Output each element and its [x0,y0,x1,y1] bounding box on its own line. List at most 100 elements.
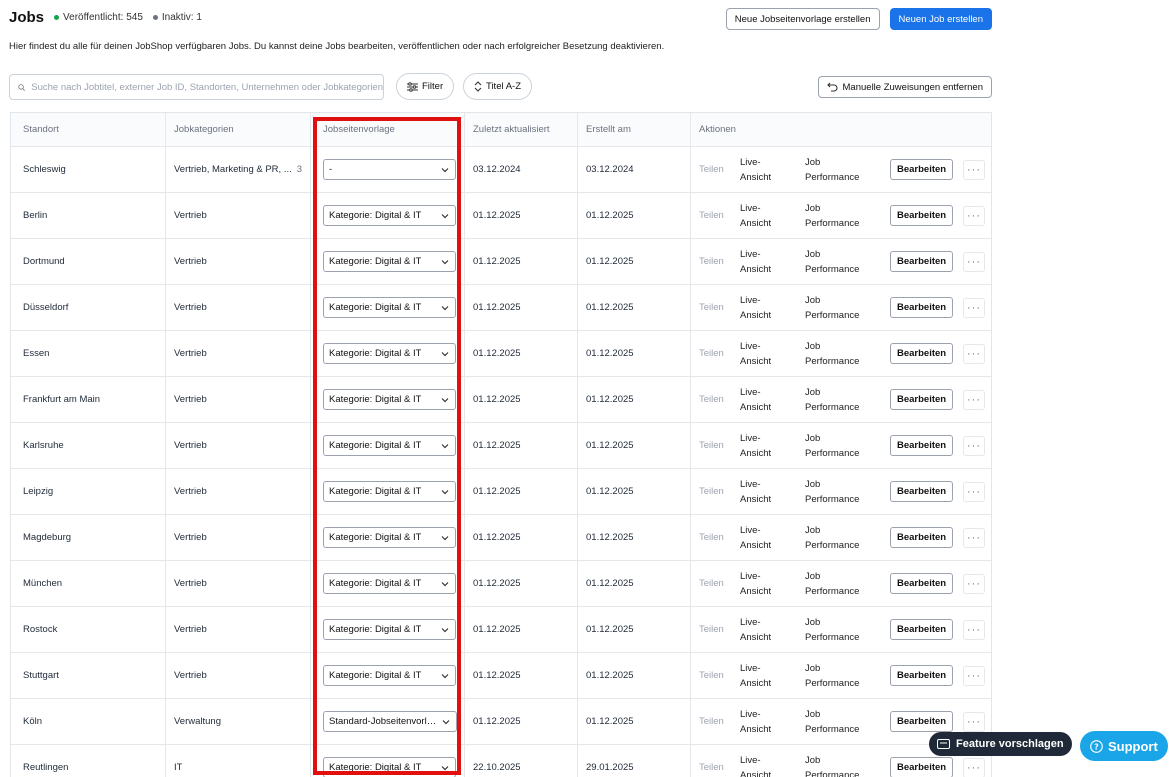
share-link[interactable]: Teilen [699,624,724,635]
share-link[interactable]: Teilen [699,486,724,497]
edit-button[interactable]: Bearbeiten [890,251,954,272]
template-select[interactable]: Standard-Jobseitenvorlage [323,711,457,732]
share-link[interactable]: Teilen [699,762,724,773]
header-location[interactable]: Standort [11,113,166,146]
job-performance-link[interactable]: Job Performance [805,293,875,323]
live-view-link[interactable]: Live-Ansicht [740,477,790,507]
edit-button[interactable]: Bearbeiten [890,481,954,502]
live-view-link[interactable]: Live-Ansicht [740,569,790,599]
feature-suggest-button[interactable]: Feature vorschlagen [929,732,1072,756]
template-select[interactable]: Kategorie: Digital & IT [323,343,456,364]
header-created[interactable]: Erstellt am [578,113,691,146]
job-performance-link[interactable]: Job Performance [805,385,875,415]
edit-button[interactable]: Bearbeiten [890,573,954,594]
template-select[interactable]: Kategorie: Digital & IT [323,389,456,410]
new-template-button[interactable]: Neue Jobseitenvorlage erstellen [725,8,880,30]
edit-button[interactable]: Bearbeiten [890,389,954,410]
share-link[interactable]: Teilen [699,716,724,727]
filter-button[interactable]: Filter [396,73,455,100]
live-view-link[interactable]: Live-Ansicht [740,201,790,231]
sort-button[interactable]: Titel A-Z [463,73,533,100]
more-options-icon[interactable]: ··· [963,159,985,180]
more-options-icon[interactable]: ··· [963,435,985,456]
more-options-icon[interactable]: ··· [963,757,985,777]
more-options-icon[interactable]: ··· [963,205,985,226]
more-options-icon[interactable]: ··· [963,527,985,548]
share-link[interactable]: Teilen [699,670,724,681]
more-options-icon[interactable]: ··· [963,573,985,594]
live-view-link[interactable]: Live-Ansicht [740,385,790,415]
live-view-link[interactable]: Live-Ansicht [740,155,790,185]
search-input[interactable]: Suche nach Jobtitel, externer Job ID, St… [9,74,384,100]
row-template: Kategorie: Digital & IT [311,653,465,698]
share-link[interactable]: Teilen [699,164,724,175]
template-select[interactable]: Kategorie: Digital & IT [323,205,456,226]
job-performance-link[interactable]: Job Performance [805,753,875,777]
edit-button[interactable]: Bearbeiten [890,619,954,640]
edit-button[interactable]: Bearbeiten [890,757,954,777]
edit-button[interactable]: Bearbeiten [890,711,954,732]
job-performance-link[interactable]: Job Performance [805,247,875,277]
more-options-icon[interactable]: ··· [963,343,985,364]
support-button[interactable]: ? Support [1080,731,1168,761]
share-link[interactable]: Teilen [699,578,724,589]
more-options-icon[interactable]: ··· [963,665,985,686]
share-link[interactable]: Teilen [699,394,724,405]
more-options-icon[interactable]: ··· [963,619,985,640]
live-view-link[interactable]: Live-Ansicht [740,247,790,277]
more-options-icon[interactable]: ··· [963,711,985,732]
header-template[interactable]: Jobseitenvorlage [311,113,465,146]
row-template: Kategorie: Digital & IT [311,745,465,777]
template-select[interactable]: Kategorie: Digital & IT [323,251,456,272]
template-select[interactable]: Kategorie: Digital & IT [323,573,456,594]
share-link[interactable]: Teilen [699,210,724,221]
edit-button[interactable]: Bearbeiten [890,205,954,226]
share-link[interactable]: Teilen [699,302,724,313]
template-select[interactable]: Kategorie: Digital & IT [323,527,456,548]
template-select[interactable]: Kategorie: Digital & IT [323,481,456,502]
live-view-link[interactable]: Live-Ansicht [740,707,790,737]
edit-button[interactable]: Bearbeiten [890,665,954,686]
live-view-link[interactable]: Live-Ansicht [740,431,790,461]
more-options-icon[interactable]: ··· [963,297,985,318]
share-link[interactable]: Teilen [699,256,724,267]
live-view-link[interactable]: Live-Ansicht [740,523,790,553]
job-performance-link[interactable]: Job Performance [805,661,875,691]
edit-button[interactable]: Bearbeiten [890,435,954,456]
live-view-link[interactable]: Live-Ansicht [740,753,790,777]
job-performance-link[interactable]: Job Performance [805,431,875,461]
template-select[interactable]: Kategorie: Digital & IT [323,297,456,318]
more-options-icon[interactable]: ··· [963,251,985,272]
remove-assignments-button[interactable]: Manuelle Zuweisungen entfernen [817,76,992,98]
share-link[interactable]: Teilen [699,348,724,359]
job-performance-link[interactable]: Job Performance [805,569,875,599]
live-view-link[interactable]: Live-Ansicht [740,661,790,691]
edit-button[interactable]: Bearbeiten [890,343,954,364]
job-performance-link[interactable]: Job Performance [805,477,875,507]
template-select[interactable]: Kategorie: Digital & IT [323,757,456,777]
header-categories[interactable]: Jobkategorien [166,113,311,146]
template-select[interactable]: Kategorie: Digital & IT [323,665,456,686]
share-link[interactable]: Teilen [699,440,724,451]
template-select[interactable]: Kategorie: Digital & IT [323,619,456,640]
job-performance-link[interactable]: Job Performance [805,155,875,185]
message-icon [937,739,950,749]
template-select[interactable]: Kategorie: Digital & IT [323,435,456,456]
edit-button[interactable]: Bearbeiten [890,297,954,318]
job-performance-link[interactable]: Job Performance [805,615,875,645]
job-performance-link[interactable]: Job Performance [805,201,875,231]
more-options-icon[interactable]: ··· [963,481,985,502]
share-link[interactable]: Teilen [699,532,724,543]
job-performance-link[interactable]: Job Performance [805,523,875,553]
live-view-link[interactable]: Live-Ansicht [740,615,790,645]
edit-button[interactable]: Bearbeiten [890,527,954,548]
header-updated[interactable]: Zuletzt aktualisiert [465,113,578,146]
edit-button[interactable]: Bearbeiten [890,159,954,180]
live-view-link[interactable]: Live-Ansicht [740,339,790,369]
more-options-icon[interactable]: ··· [963,389,985,410]
job-performance-link[interactable]: Job Performance [805,339,875,369]
new-job-button[interactable]: Neuen Job erstellen [889,8,992,30]
live-view-link[interactable]: Live-Ansicht [740,293,790,323]
job-performance-link[interactable]: Job Performance [805,707,875,737]
template-select[interactable]: - [323,159,456,180]
